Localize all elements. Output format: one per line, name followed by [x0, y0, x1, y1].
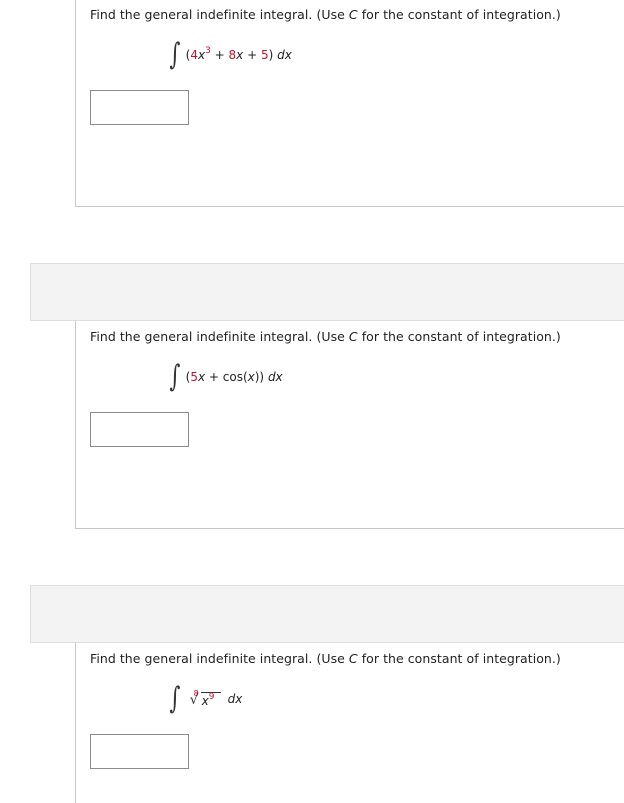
answer-input-2[interactable]: [90, 412, 189, 447]
coefficient: 8: [228, 48, 237, 62]
nth-root-expression: 8 √ x9: [186, 689, 224, 709]
answer-input-1[interactable]: [90, 90, 189, 125]
constant-term: 5: [260, 48, 269, 62]
question-panel-3: [75, 643, 624, 803]
question-2-instruction: Find the general indefinite integral. (U…: [90, 329, 561, 344]
constant-symbol: C: [348, 329, 358, 344]
exponent: 9: [208, 692, 215, 702]
question-3-instruction: Find the general indefinite integral. (U…: [90, 651, 561, 666]
differential: dx: [273, 48, 292, 62]
differential: dx: [264, 370, 283, 384]
question-2-integral: ∫ (5x + cos(x)) dx: [167, 359, 283, 394]
integral-sign: ∫: [169, 681, 181, 716]
question-1-instruction: Find the general indefinite integral. (U…: [90, 7, 561, 22]
constant-symbol: C: [348, 7, 358, 22]
coefficient: 4: [190, 48, 198, 62]
question-1-integral: ∫ (4x3 + 8x + 5) dx: [167, 37, 292, 72]
differential: dx: [227, 692, 243, 706]
integral-sign: ∫: [169, 359, 181, 394]
question-separator-2: [30, 585, 624, 643]
integrand-expression: (5x + cos(x)) dx: [185, 370, 283, 384]
constant-symbol: C: [348, 651, 358, 666]
answer-input-3[interactable]: [90, 734, 189, 769]
question-3-integral: ∫ 8 √ x9 dx: [167, 684, 242, 714]
question-separator-1: [30, 263, 624, 321]
integrand-expression: (4x3 + 8x + 5) dx: [185, 46, 292, 63]
radical-symbol: √: [189, 692, 199, 708]
integral-sign: ∫: [169, 37, 181, 72]
coefficient: 5: [190, 370, 198, 384]
